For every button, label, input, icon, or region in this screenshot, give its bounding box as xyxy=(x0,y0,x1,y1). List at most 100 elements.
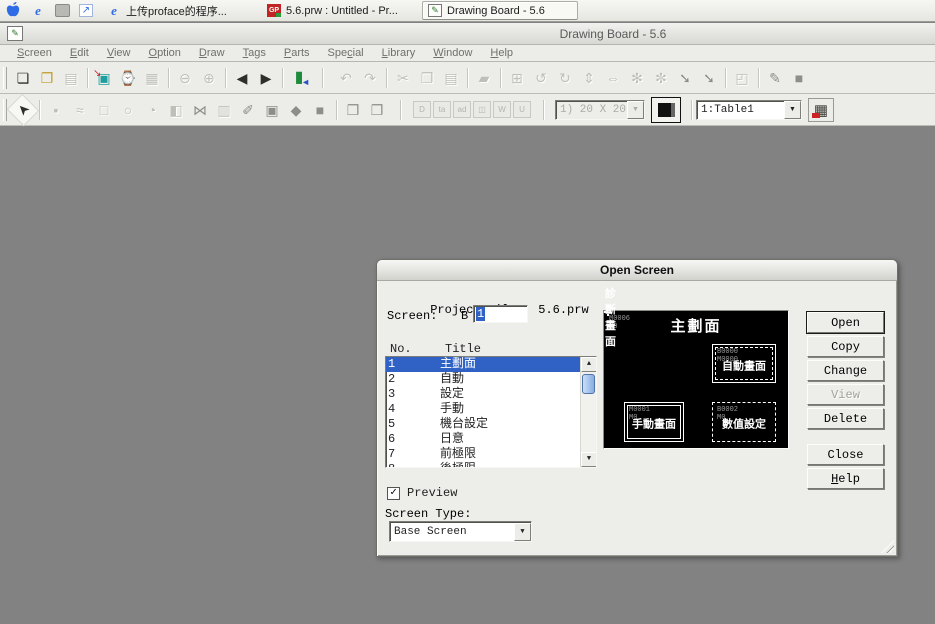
rectangle-tool-icon[interactable]: □ xyxy=(92,99,116,121)
chevron-down-icon[interactable] xyxy=(784,101,801,119)
chevron-down-icon[interactable] xyxy=(514,523,531,541)
screen-call-icon[interactable]: ■ xyxy=(308,99,332,121)
copy-button[interactable]: Copy xyxy=(807,336,884,357)
group-icon[interactable]: ◰ xyxy=(730,67,754,89)
next-screen-icon[interactable]: ▶ xyxy=(254,67,278,89)
ie-quicklaunch-icon[interactable] xyxy=(26,2,50,20)
list-scrollbar[interactable]: ▲ ▼ xyxy=(580,357,596,467)
apple-menu-icon[interactable] xyxy=(0,1,26,20)
screen-listbox[interactable]: 1 主劃面 2 自動 3 設定 4 手動 xyxy=(385,356,597,468)
bring-to-front-icon[interactable]: ➘ xyxy=(673,67,697,89)
select-tool-icon[interactable]: ➤ xyxy=(7,93,40,126)
task-upload-proface[interactable]: 上传proface的程序... xyxy=(102,1,258,20)
toolbar-grip[interactable] xyxy=(3,67,7,89)
image-tool-icon[interactable]: ▣ xyxy=(260,99,284,121)
previous-screen-icon[interactable]: ◀ xyxy=(230,67,254,89)
menu-item[interactable]: Help xyxy=(481,46,522,60)
grid-size-combobox[interactable]: 1) 20 X 20 xyxy=(555,100,645,120)
screen-type-combobox[interactable]: Base Screen xyxy=(389,521,532,542)
show-desktop-icon[interactable] xyxy=(50,2,74,20)
screen-list-row[interactable]: 3 設定 xyxy=(386,387,596,402)
menu-item[interactable]: Window xyxy=(424,46,481,60)
screen-list-row[interactable]: 2 自動 xyxy=(386,372,596,387)
alarm-icon[interactable]: ⌚ xyxy=(116,67,140,89)
change-button[interactable]: Change xyxy=(807,360,884,381)
part-image-icon[interactable]: U xyxy=(513,101,531,118)
part-bar-graph-icon[interactable]: ◫ xyxy=(473,101,491,118)
menu-item[interactable]: Option xyxy=(140,46,190,60)
save-icon[interactable]: ▤ xyxy=(59,67,83,89)
color-table-combobox[interactable]: 1:Table1 xyxy=(696,100,802,120)
chevron-down-icon[interactable] xyxy=(627,101,644,119)
menu-item[interactable]: Library xyxy=(373,46,425,60)
menu-item[interactable]: Screen xyxy=(8,46,61,60)
new-screen-icon[interactable]: ❏ xyxy=(11,67,35,89)
part-bit-switch-icon[interactable]: D xyxy=(413,101,431,118)
shrink-icon[interactable]: ✻ xyxy=(625,67,649,89)
screen-preview-button[interactable] xyxy=(651,97,681,123)
exit-icon[interactable]: ▮ xyxy=(287,67,311,89)
flip-vertical-icon[interactable]: ⇕ xyxy=(577,67,601,89)
move-icon[interactable]: ⊞ xyxy=(505,67,529,89)
task-56prw-project[interactable]: 5.6.prw : Untitled - Pr... xyxy=(262,1,418,20)
scale-tool-icon[interactable]: ▥ xyxy=(212,99,236,121)
rotate-right-icon[interactable]: ↻ xyxy=(553,67,577,89)
menu-item[interactable]: Tags xyxy=(234,46,275,60)
load-mark-icon[interactable]: ❒ xyxy=(365,99,389,121)
paste-icon[interactable]: ▤ xyxy=(439,67,463,89)
screen-list-row[interactable]: 5 機台設定 xyxy=(386,417,596,432)
flip-horizontal-icon[interactable]: ⇔ xyxy=(601,67,625,89)
close-button[interactable]: Close xyxy=(807,444,884,465)
enlarge-icon[interactable]: ✼ xyxy=(649,67,673,89)
load-screen-icon[interactable]: ❒ xyxy=(341,99,365,121)
undo-icon[interactable]: ↶ xyxy=(334,67,358,89)
table-editor-button[interactable] xyxy=(808,98,834,122)
arc-tool-icon[interactable]: ◔ xyxy=(140,99,164,121)
transfer-icon[interactable]: ▣ xyxy=(92,67,116,89)
preview-checkbox[interactable]: ✓ xyxy=(387,487,400,500)
scroll-up-icon[interactable]: ▲ xyxy=(581,357,597,372)
task-drawing-board[interactable]: Drawing Board - 5.6 xyxy=(422,1,578,20)
part-word-icon[interactable]: W xyxy=(493,101,511,118)
open-button[interactable]: Open xyxy=(807,312,884,333)
part-address-icon[interactable]: ad xyxy=(453,101,471,118)
rotate-left-icon[interactable]: ↺ xyxy=(529,67,553,89)
resize-grip[interactable] xyxy=(881,540,894,553)
part-tag-icon[interactable]: ta xyxy=(433,101,451,118)
ellipse-tool-icon[interactable]: ○ xyxy=(116,99,140,121)
mark-tool-icon[interactable]: ◆ xyxy=(284,99,308,121)
redo-icon[interactable]: ↷ xyxy=(358,67,382,89)
launcher-icon[interactable] xyxy=(74,2,98,20)
scroll-down-icon[interactable]: ▼ xyxy=(581,452,597,467)
menu-item[interactable]: Parts xyxy=(275,46,319,60)
delete-button[interactable]: Delete xyxy=(807,408,884,429)
menu-item[interactable]: Special xyxy=(319,46,373,60)
dot-tool-icon[interactable]: ▪ xyxy=(44,99,68,121)
screen-list-row[interactable]: 7 前極限 xyxy=(386,447,596,462)
screen-number-input[interactable]: 1 xyxy=(473,305,528,323)
text-tool-icon[interactable]: ✐ xyxy=(236,99,260,121)
send-to-back-icon[interactable]: ➘ xyxy=(697,67,721,89)
help-button[interactable]: Help xyxy=(807,468,884,489)
screen-list-row[interactable]: 6 日意 xyxy=(386,432,596,447)
open-screen-icon[interactable]: ❐ xyxy=(35,67,59,89)
simulation-icon[interactable]: ▦ xyxy=(140,67,164,89)
screen-list-row[interactable]: 4 手動 xyxy=(386,402,596,417)
view-button[interactable]: View xyxy=(807,384,884,405)
screen-list-row[interactable]: 8 後極限 xyxy=(386,462,596,468)
menu-item[interactable]: Edit xyxy=(61,46,98,60)
eraser-icon[interactable]: ▰ xyxy=(472,67,496,89)
zoom-out-icon[interactable]: ⊖ xyxy=(173,67,197,89)
screen-list-row[interactable]: 1 主劃面 xyxy=(386,357,596,372)
cut-icon[interactable]: ✂ xyxy=(391,67,415,89)
polyline-tool-icon[interactable]: ≈ xyxy=(68,99,92,121)
scrollbar-thumb[interactable] xyxy=(582,374,595,394)
copy-icon[interactable]: ❐ xyxy=(415,67,439,89)
fill-color-icon[interactable]: ■ xyxy=(787,67,811,89)
fill-tool-icon[interactable]: ◧ xyxy=(164,99,188,121)
menu-item[interactable]: View xyxy=(98,46,140,60)
menu-item[interactable]: Draw xyxy=(190,46,234,60)
zoom-in-icon[interactable]: ⊕ xyxy=(197,67,221,89)
polygon-tool-icon[interactable]: ⋈ xyxy=(188,99,212,121)
edit-vertex-icon[interactable]: ✎ xyxy=(763,67,787,89)
